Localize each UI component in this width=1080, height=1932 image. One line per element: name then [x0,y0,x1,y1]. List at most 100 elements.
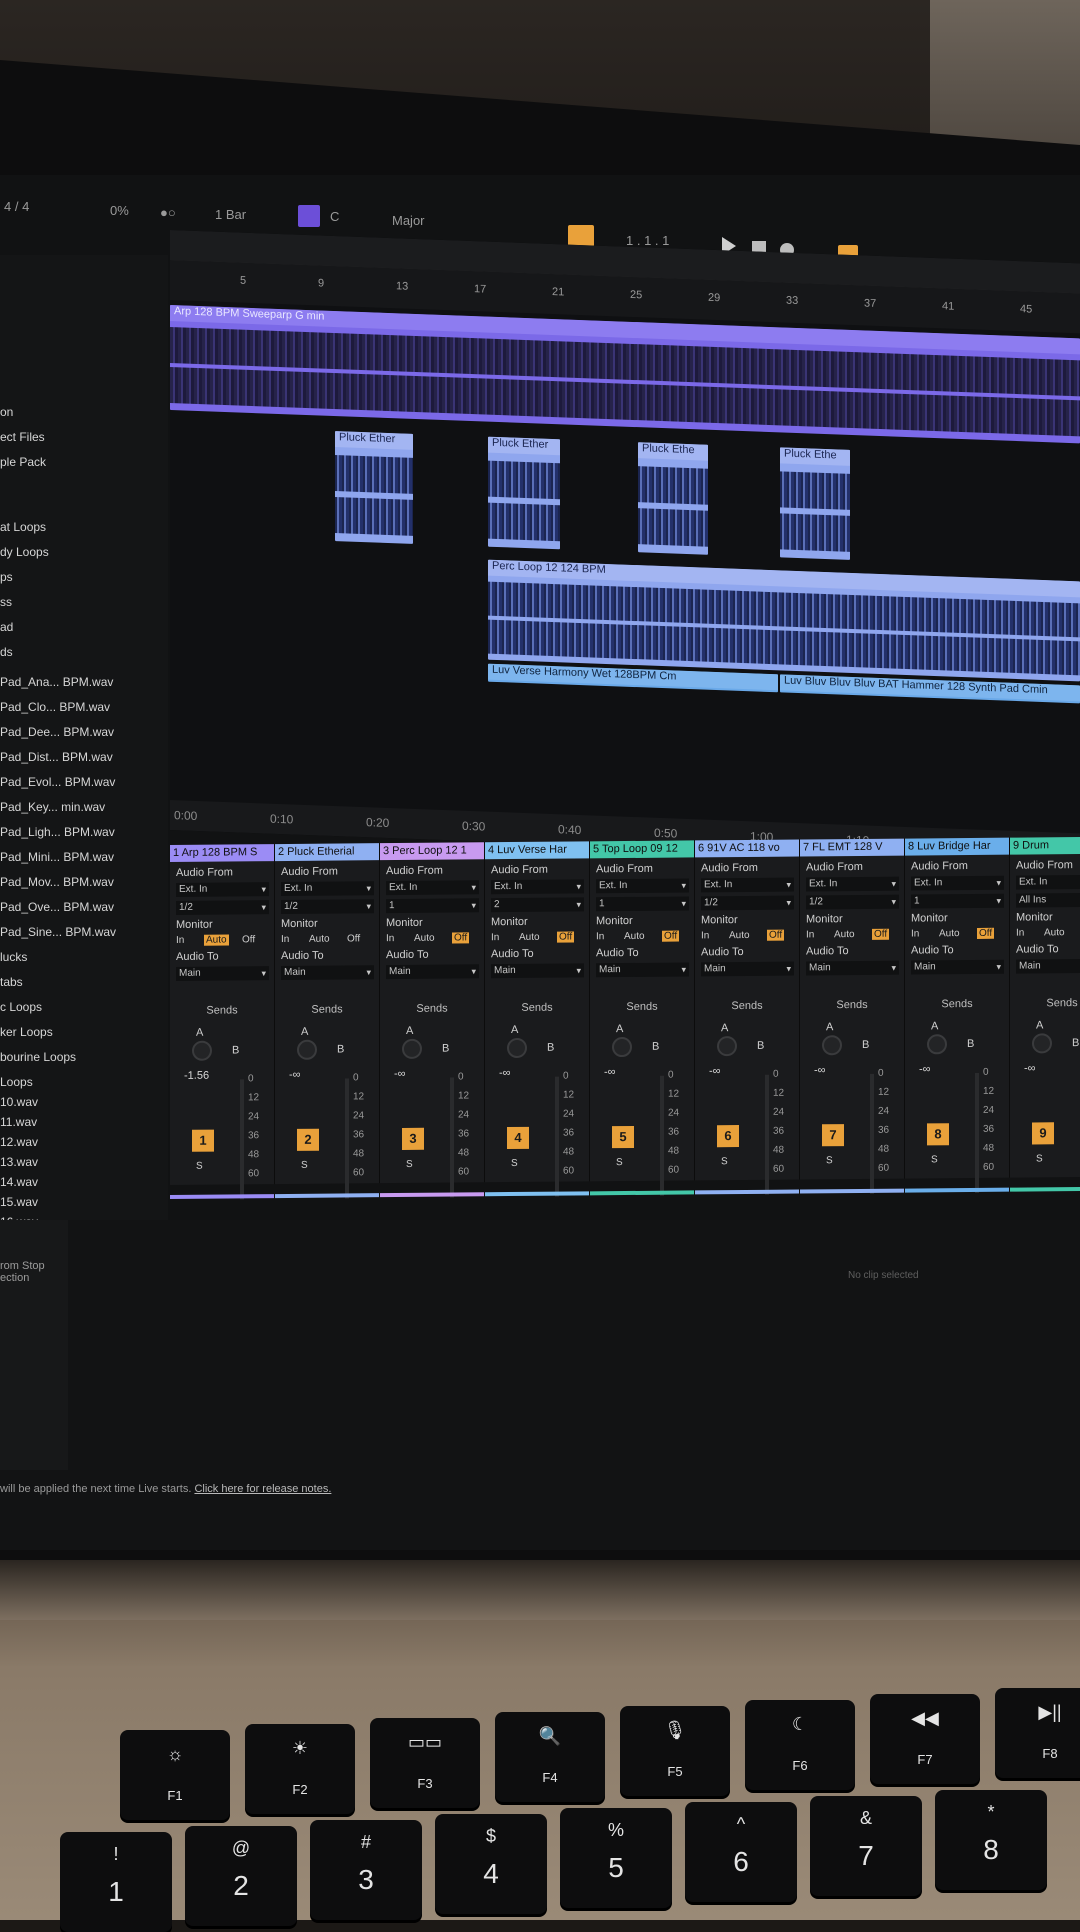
track-title[interactable]: 7 FL EMT 128 V [800,838,904,857]
browser-item[interactable]: bourine Loops [0,1050,76,1064]
send-a-knob[interactable] [192,1040,212,1061]
monitor-auto-button[interactable]: Auto [834,929,855,940]
browser-item[interactable]: 15.wav [0,1195,38,1209]
number-key-5[interactable]: % 5 [560,1808,672,1908]
track-title[interactable]: 9 Drum [1010,836,1080,855]
browser-item[interactable]: on [0,405,13,419]
track-title[interactable]: 1 Arp 128 BPM S [170,844,274,862]
browser-item[interactable]: ad [0,620,13,634]
track-activator-button[interactable]: 4 [507,1126,529,1150]
volume-value[interactable]: -∞ [1024,1062,1036,1074]
output-select[interactable]: Main [911,959,1004,975]
browser-item[interactable]: Pad_Mov... BPM.wav [0,875,114,889]
browser-item[interactable]: Pad_Clo... BPM.wav [0,700,110,714]
function-key-f7[interactable]: ◀◀ F7 [870,1694,980,1784]
track-title[interactable]: 5 Top Loop 09 12 [590,840,694,859]
number-key-2[interactable]: @ 2 [185,1826,297,1926]
track-title[interactable]: 8 Luv Bridge Har [905,837,1009,856]
input-type-select[interactable]: Ext. In [176,882,269,897]
track-title[interactable]: 6 91V AC 118 vo [695,839,799,858]
browser-item[interactable]: 14.wav [0,1175,38,1189]
number-key-3[interactable]: # 3 [310,1820,422,1920]
solo-button[interactable]: S [301,1160,308,1171]
function-key-f6[interactable]: ☾ F6 [745,1700,855,1790]
track-title[interactable]: 4 Luv Verse Har [485,841,589,860]
browser-item[interactable]: Pad_Dist... BPM.wav [0,750,113,764]
input-channel-select[interactable]: 1/2 [281,899,374,915]
browser-item[interactable]: ds [0,645,13,659]
browser-item[interactable]: Pad_Mini... BPM.wav [0,850,114,864]
monitor-in-button[interactable]: In [491,932,499,943]
input-type-select[interactable]: Ext. In [596,878,689,894]
input-channel-select[interactable]: 1/2 [701,895,794,911]
function-key-f4[interactable]: 🔍 F4 [495,1712,605,1802]
monitor-auto-button[interactable]: Auto [939,928,960,939]
browser-item[interactable]: ss [0,595,12,609]
monitor-auto-button[interactable]: Auto [729,930,750,941]
send-a-knob[interactable] [612,1036,632,1058]
input-type-select[interactable]: Ext. In [491,879,584,895]
track-activator-button[interactable]: 8 [927,1123,949,1146]
input-type-select[interactable]: Ext. In [1016,874,1080,890]
input-type-select[interactable]: Ext. In [701,877,794,893]
number-key-7[interactable]: & 7 [810,1796,922,1896]
follow-button[interactable] [568,225,594,247]
monitor-in-button[interactable]: In [386,933,394,944]
browser-item[interactable]: 10.wav [0,1095,38,1109]
monitor-auto-button[interactable]: Auto [519,932,540,943]
volume-value[interactable]: -∞ [604,1066,616,1078]
monitor-in-button[interactable]: In [701,930,709,941]
number-key-1[interactable]: ! 1 [60,1832,172,1932]
metronome-icon[interactable]: ●○ [160,205,176,220]
input-channel-select[interactable]: 2 [491,897,584,913]
monitor-off-button[interactable]: Off [977,927,995,939]
browser-item[interactable]: Pad_Sine... BPM.wav [0,925,116,939]
browser-item[interactable]: dy Loops [0,545,49,559]
output-select[interactable]: Main [491,963,584,979]
output-select[interactable]: Main [596,962,689,978]
browser-item[interactable]: Pad_Dee... BPM.wav [0,725,114,739]
solo-button[interactable]: S [1036,1153,1043,1164]
monitor-auto-button[interactable]: Auto [414,933,435,944]
output-select[interactable]: Main [701,961,794,977]
solo-button[interactable]: S [406,1159,413,1170]
monitor-off-button[interactable]: Off [557,931,575,943]
browser-item[interactable]: ect Files [0,430,45,444]
solo-button[interactable]: S [721,1156,728,1167]
input-channel-select[interactable]: 1 [596,896,689,912]
key-select[interactable]: C [330,209,339,224]
volume-value[interactable]: -1.56 [184,1070,209,1082]
input-type-select[interactable]: Ext. In [806,876,899,892]
send-a-knob[interactable] [1032,1033,1052,1054]
monitor-off-button[interactable]: Off [662,930,680,942]
monitor-auto-button[interactable]: Auto [309,934,330,945]
browser-item[interactable]: Pad_Ove... BPM.wav [0,900,114,914]
clip-pluck-2[interactable]: Pluck Ether [488,436,560,550]
browser-item[interactable]: Loops [0,1075,33,1089]
volume-value[interactable]: -∞ [709,1065,721,1077]
volume-value[interactable]: -∞ [394,1068,406,1080]
monitor-auto-button[interactable]: Auto [1044,927,1065,938]
monitor-in-button[interactable]: In [596,931,604,942]
monitor-auto-button[interactable]: Auto [624,931,645,942]
clip-pluck-1[interactable]: Pluck Ether [335,431,413,544]
browser-item[interactable]: 13.wav [0,1155,38,1169]
browser-item[interactable]: at Loops [0,520,46,534]
track-activator-button[interactable]: 5 [612,1125,634,1149]
browser-item[interactable]: Pad_Ligh... BPM.wav [0,825,115,839]
monitor-auto-button[interactable]: Auto [204,934,229,946]
monitor-off-button[interactable]: Off [242,934,255,945]
output-select[interactable]: Main [386,964,479,980]
monitor-off-button[interactable]: Off [767,929,785,941]
browser-item[interactable]: 12.wav [0,1135,38,1149]
send-a-knob[interactable] [402,1038,422,1059]
input-channel-select[interactable]: 1 [386,898,479,914]
input-channel-select[interactable]: 1 [911,893,1004,909]
browser-item[interactable]: Pad_Ana... BPM.wav [0,675,113,689]
function-key-f8[interactable]: ▶|| F8 [995,1688,1080,1778]
monitor-in-button[interactable]: In [911,928,919,939]
time-signature[interactable]: 4 / 4 [4,199,29,214]
monitor-in-button[interactable]: In [281,934,289,945]
track-activator-button[interactable]: 6 [717,1125,739,1148]
clip-pluck-3[interactable]: Pluck Ethe [638,442,708,555]
